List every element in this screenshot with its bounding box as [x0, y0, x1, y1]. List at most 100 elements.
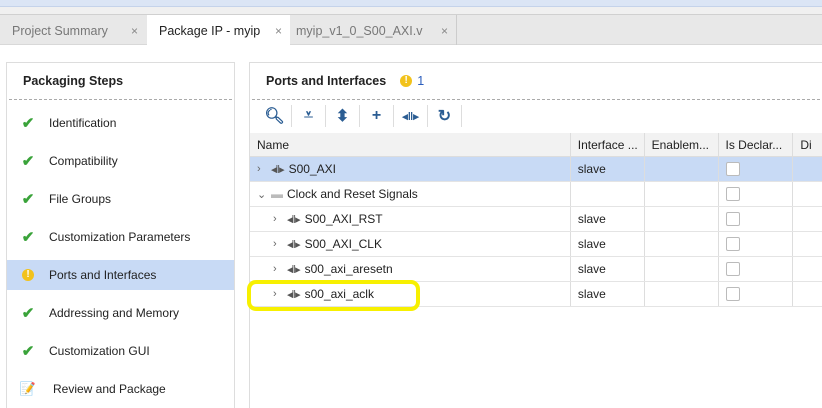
is-declared-checkbox[interactable]	[725, 187, 740, 201]
collapse-all-icon[interactable]: ⩡	[292, 105, 326, 127]
check-icon: ✔	[21, 115, 35, 132]
name-cell: › ◂‖▸ S00_AXI_CLK	[250, 232, 571, 256]
step-compatibility[interactable]: ✔ Compatibility	[7, 146, 234, 176]
direction-cell	[793, 257, 822, 281]
is-declared-cell	[719, 232, 794, 256]
toolbar: 🔍︎ ⩡ ⬍ + ◂‖▸ ↻	[250, 101, 822, 131]
enablement-cell	[645, 232, 719, 256]
row-name: S00_AXI_RST	[304, 212, 383, 226]
packaging-steps-panel: Packaging Steps ✔ Identification ✔ Compatib…	[6, 62, 235, 408]
name-cell: › ◂‖▸ s00_axi_aresetn	[250, 257, 571, 281]
chevron-right-icon[interactable]: ›	[273, 263, 287, 275]
is-declared-cell	[719, 282, 794, 306]
table-row[interactable]: › ◂‖▸ s00_axi_aresetn slave	[250, 257, 822, 282]
step-customization-parameters[interactable]: ✔ Customization Parameters	[7, 222, 234, 252]
close-icon[interactable]: ×	[275, 24, 282, 38]
column-header[interactable]: Is Declar...	[719, 133, 794, 156]
add-icon[interactable]: +	[360, 105, 394, 127]
search-icon[interactable]: 🔍︎	[258, 105, 292, 127]
step-label: Identification	[49, 116, 117, 130]
enablement-cell	[645, 157, 719, 181]
column-header[interactable]: Name	[250, 133, 571, 156]
table-header: Name Interface ... Enablem... Is Declar.…	[250, 133, 822, 157]
tab-package-ip[interactable]: Package IP - myip ×	[147, 15, 290, 47]
table-row[interactable]: › ◂‖▸ S00_AXI_RST slave	[250, 207, 822, 232]
step-identification[interactable]: ✔ Identification	[7, 108, 234, 138]
step-label: Customization GUI	[49, 344, 150, 358]
panel-title: Ports and Interfaces! 1	[252, 63, 820, 100]
tab-label: Package IP - myip	[159, 24, 261, 38]
interface-icon: ◂‖▸	[287, 263, 301, 276]
chevron-right-icon[interactable]: ›	[273, 213, 287, 225]
interface-icon: ◂‖▸	[287, 238, 301, 251]
enablement-cell	[645, 182, 719, 206]
interface-mode-cell: slave	[571, 282, 645, 306]
is-declared-checkbox[interactable]	[725, 162, 740, 176]
interface-mode-cell: slave	[571, 207, 645, 231]
highlight-annotation	[247, 280, 420, 311]
interface-icon: ◂‖▸	[271, 163, 285, 176]
main-area: Packaging Steps ✔ Identification ✔ Compatib…	[0, 45, 822, 408]
table-row[interactable]: › ◂‖▸ S00_AXI slave	[250, 157, 822, 182]
direction-cell	[793, 282, 822, 306]
step-customization-gui[interactable]: ✔ Customization GUI	[7, 336, 234, 366]
tab-bar: Project Summary × Package IP - myip × myip…	[0, 14, 822, 47]
interface-icon[interactable]: ◂‖▸	[394, 105, 428, 127]
row-name: s00_axi_aresetn	[304, 262, 393, 276]
step-label: Addressing and Memory	[49, 306, 180, 320]
direction-cell	[793, 182, 822, 206]
direction-cell	[793, 157, 822, 181]
chevron-right-icon[interactable]: ›	[273, 238, 287, 250]
step-file-groups[interactable]: ✔ File Groups	[7, 184, 234, 214]
table-row[interactable]: › ◂‖▸ S00_AXI_CLK slave	[250, 232, 822, 257]
table-row[interactable]: ⌄ ▬ Clock and Reset Signals	[250, 182, 822, 207]
tab-label: myip_v1_0_S00_AXI.v	[296, 23, 423, 38]
refresh-icon[interactable]: ↻	[428, 105, 462, 127]
close-icon[interactable]: ×	[441, 24, 448, 38]
name-cell: › ◂‖▸ S00_AXI_RST	[250, 207, 571, 231]
is-declared-checkbox[interactable]	[725, 287, 740, 301]
chevron-right-icon[interactable]: ›	[257, 163, 271, 175]
tab-project-summary[interactable]: Project Summary ×	[0, 15, 146, 46]
is-declared-checkbox[interactable]	[725, 262, 740, 276]
step-label: File Groups	[49, 192, 112, 206]
step-addressing-and-memory[interactable]: ✔ Addressing and Memory	[7, 298, 234, 328]
name-cell: ⌄ ▬ Clock and Reset Signals	[250, 182, 571, 206]
enablement-cell	[645, 257, 719, 281]
warning-icon: !	[7, 269, 49, 281]
tab-source-file[interactable]: myip_v1_0_S00_AXI.v ×	[290, 15, 457, 46]
chevron-down-icon[interactable]: ⌄	[257, 188, 271, 201]
interface-mode-cell: slave	[571, 257, 645, 281]
step-review-and-package[interactable]: 📝 Review and Package	[7, 374, 234, 404]
check-icon: ✔	[21, 229, 35, 246]
edit-document-icon: 📝	[19, 381, 37, 396]
tab-label: Project Summary	[12, 23, 108, 38]
panel-title: Packaging Steps	[9, 63, 232, 100]
title-text: Ports and Interfaces	[266, 74, 387, 88]
step-label: Ports and Interfaces	[49, 268, 157, 282]
step-ports-and-interfaces[interactable]: ! Ports and Interfaces	[7, 260, 234, 290]
folder-icon: ▬	[271, 187, 283, 201]
is-declared-cell	[719, 182, 794, 206]
enablement-cell	[645, 282, 719, 306]
expand-all-icon[interactable]: ⬍	[326, 105, 360, 127]
name-cell: › ◂‖▸ S00_AXI	[250, 157, 571, 181]
is-declared-checkbox[interactable]	[725, 212, 740, 226]
enablement-cell	[645, 207, 719, 231]
warning-icon[interactable]: !	[400, 75, 413, 87]
column-header[interactable]: Di	[793, 133, 822, 156]
column-header[interactable]: Interface ...	[571, 133, 645, 156]
top-strip	[0, 0, 822, 7]
check-icon: ✔	[21, 153, 35, 170]
interface-mode-cell: slave	[571, 157, 645, 181]
close-icon[interactable]: ×	[131, 24, 138, 38]
row-name: Clock and Reset Signals	[287, 187, 418, 201]
check-icon: ✔	[21, 191, 35, 208]
interface-icon: ◂‖▸	[287, 213, 301, 226]
is-declared-checkbox[interactable]	[725, 237, 740, 251]
warning-count[interactable]: 1	[417, 74, 424, 88]
column-header[interactable]: Enablem...	[645, 133, 719, 156]
ports-interfaces-panel: Ports and Interfaces! 1 🔍︎ ⩡ ⬍ + ◂‖▸ ↻ Na…	[249, 62, 822, 408]
is-declared-cell	[719, 207, 794, 231]
is-declared-cell	[719, 257, 794, 281]
